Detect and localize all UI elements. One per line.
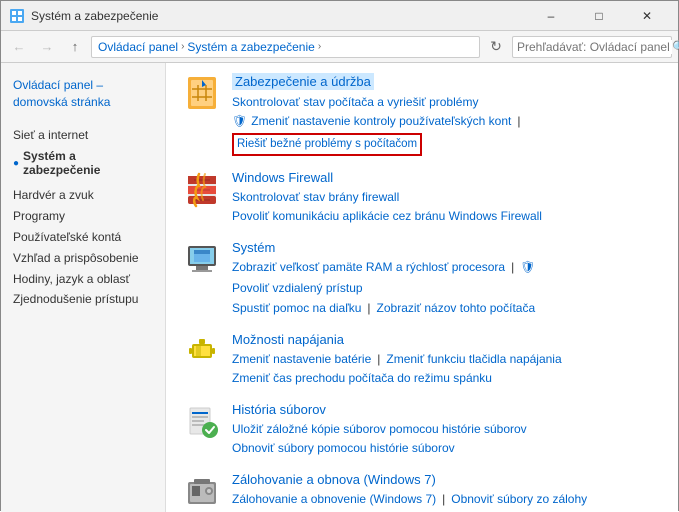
breadcrumb-current[interactable]: Systém a zabezpečenie — [187, 40, 314, 54]
sidebar-item-programs[interactable]: Programy — [1, 206, 165, 227]
sidebar-bullet: ● — [13, 158, 19, 169]
maximize-button[interactable]: □ — [576, 1, 622, 31]
panel-power: Možnosti napájania Zmeniť nastavenie bat… — [182, 332, 662, 388]
firewall-title[interactable]: Windows Firewall — [232, 170, 333, 185]
up-button[interactable]: ↑ — [63, 35, 87, 59]
title-bar-icon — [9, 8, 25, 24]
system-link-help[interactable]: Spustiť pomoc na diaľku — [232, 299, 361, 318]
security-link-troubleshoot[interactable]: Riešiť bežné problémy s počítačom — [232, 133, 422, 155]
system-icon — [182, 240, 222, 280]
filehistory-title[interactable]: História súborov — [232, 402, 326, 417]
security-links-row2: 🛡 Zmeniť nastavenie kontroly používateľs… — [232, 112, 662, 156]
system-link-name[interactable]: Zobraziť názov tohto počítača — [377, 299, 536, 318]
breadcrumb: Ovládací panel › Systém a zabezpečenie › — [91, 36, 480, 58]
panel-backup: Zálohovanie a obnova (Windows 7) Zálohov… — [182, 472, 662, 512]
breadcrumb-home[interactable]: Ovládací panel — [98, 40, 178, 54]
firewall-links-row1: Skontrolovať stav brány firewall — [232, 188, 662, 207]
power-links-row2: Zmeniť čas prechodu počítača do režimu s… — [232, 369, 662, 388]
security-icon — [182, 73, 222, 113]
system-title[interactable]: Systém — [232, 240, 275, 255]
sidebar-section-title-system: ● Systém a zabezpečenie — [13, 149, 153, 177]
sidebar-item-users[interactable]: Používateľské kontá — [1, 227, 165, 248]
security-shield-icon: 🛡 — [232, 112, 247, 131]
security-link-check[interactable]: Skontrolovať stav počítača a vyriešiť pr… — [232, 93, 478, 112]
panel-security: Zabezpečenie a údržba Skontrolovať stav … — [182, 73, 662, 156]
firewall-link-status[interactable]: Skontrolovať stav brány firewall — [232, 188, 399, 207]
backup-links-row1: Zálohovanie a obnovenie (Windows 7) | Ob… — [232, 490, 662, 509]
firewall-link-allow[interactable]: Povoliť komunikáciu aplikácie cez bránu … — [232, 207, 542, 226]
firewall-content: Windows Firewall Skontrolovať stav brány… — [232, 170, 662, 226]
security-content: Zabezpečenie a údržba Skontrolovať stav … — [232, 73, 662, 156]
search-box[interactable]: 🔍 — [512, 36, 672, 58]
sidebar-item-network[interactable]: Sieť a internet — [1, 125, 165, 146]
panel-filehistory: História súborov Uložiť záložné kópie sú… — [182, 402, 662, 458]
filehistory-icon — [182, 402, 222, 442]
filehistory-link-save[interactable]: Uložiť záložné kópie súborov pomocou his… — [232, 420, 527, 439]
sidebar-item-accessibility[interactable]: Zjednodušenie prístupu — [1, 289, 165, 310]
sidebar-item-hardware[interactable]: Hardvér a zvuk — [1, 185, 165, 206]
minimize-button[interactable]: – — [528, 1, 574, 31]
backup-link-backup[interactable]: Zálohovanie a obnovenie (Windows 7) — [232, 490, 436, 509]
system-links-row1: Zobraziť veľkosť pamäte RAM a rýchlosť p… — [232, 258, 662, 298]
close-button[interactable]: ✕ — [624, 1, 670, 31]
breadcrumb-arrow-1: › — [181, 41, 184, 52]
power-link-battery[interactable]: Zmeniť nastavenie batérie — [232, 350, 371, 369]
main-layout: Ovládací panel – domovská stránka Sieť a… — [1, 63, 678, 512]
system-content: Systém Zobraziť veľkosť pamäte RAM a rýc… — [232, 240, 662, 318]
panel-system: Systém Zobraziť veľkosť pamäte RAM a rýc… — [182, 240, 662, 318]
address-bar: ← → ↑ Ovládací panel › Systém a zabezpeč… — [1, 31, 678, 63]
title-bar: Systém a zabezpečenie – □ ✕ — [1, 1, 678, 31]
content-area: Zabezpečenie a údržba Skontrolovať stav … — [166, 63, 678, 512]
power-link-sleep[interactable]: Zmeniť čas prechodu počítača do režimu s… — [232, 369, 492, 388]
search-icon: 🔍 — [672, 40, 679, 54]
forward-button[interactable]: → — [35, 35, 59, 59]
power-title[interactable]: Možnosti napájania — [232, 332, 344, 347]
backup-icon — [182, 472, 222, 512]
power-icon — [182, 332, 222, 372]
back-button[interactable]: ← — [7, 35, 31, 59]
security-link-uac[interactable]: Zmeniť nastavenie kontroly používateľský… — [251, 112, 511, 131]
refresh-button[interactable]: ↻ — [484, 35, 508, 59]
system-link-ram[interactable]: Zobraziť veľkosť pamäte RAM a rýchlosť p… — [232, 258, 505, 277]
power-link-button[interactable]: Zmeniť funkciu tlačidla napájania — [386, 350, 561, 369]
filehistory-links-row1: Uložiť záložné kópie súborov pomocou his… — [232, 420, 662, 439]
sidebar-item-appearance[interactable]: Vzhľad a prispôsobenie — [1, 248, 165, 269]
filehistory-links-row2: Obnoviť súbory pomocou histórie súborov — [232, 439, 662, 458]
security-links-row1: Skontrolovať stav počítača a vyriešiť pr… — [232, 93, 662, 112]
system-link-remote[interactable]: Povoliť vzdialený prístup — [232, 279, 363, 298]
sidebar-home-link[interactable]: Ovládací panel – domovská stránka — [1, 73, 165, 119]
sidebar-section-system: ● Systém a zabezpečenie — [1, 145, 165, 185]
system-links-row2: Spustiť pomoc na diaľku | Zobraziť názov… — [232, 299, 662, 318]
sidebar-item-clock[interactable]: Hodiny, jazyk a oblasť — [1, 269, 165, 290]
firewall-links-row2: Povoliť komunikáciu aplikácie cez bránu … — [232, 207, 662, 226]
sidebar-item-system[interactable]: Systém a zabezpečenie — [23, 149, 153, 177]
backup-title[interactable]: Zálohovanie a obnova (Windows 7) — [232, 472, 436, 487]
security-title[interactable]: Zabezpečenie a údržba — [232, 73, 374, 90]
breadcrumb-arrow-2: › — [318, 41, 321, 52]
power-links-row1: Zmeniť nastavenie batérie | Zmeniť funkc… — [232, 350, 662, 369]
panel-firewall: Windows Firewall Skontrolovať stav brány… — [182, 170, 662, 226]
sidebar: Ovládací panel – domovská stránka Sieť a… — [1, 63, 166, 512]
search-input[interactable] — [517, 40, 672, 54]
system-shield-icon: 🛡 — [520, 258, 535, 277]
backup-link-restore[interactable]: Obnoviť súbory zo zálohy — [451, 490, 587, 509]
backup-content: Zálohovanie a obnova (Windows 7) Zálohov… — [232, 472, 662, 509]
filehistory-content: História súborov Uložiť záložné kópie sú… — [232, 402, 662, 458]
filehistory-link-restore[interactable]: Obnoviť súbory pomocou histórie súborov — [232, 439, 455, 458]
window-title: Systém a zabezpečenie — [31, 9, 528, 23]
window-controls: – □ ✕ — [528, 1, 670, 31]
firewall-icon — [182, 170, 222, 210]
power-content: Možnosti napájania Zmeniť nastavenie bat… — [232, 332, 662, 388]
